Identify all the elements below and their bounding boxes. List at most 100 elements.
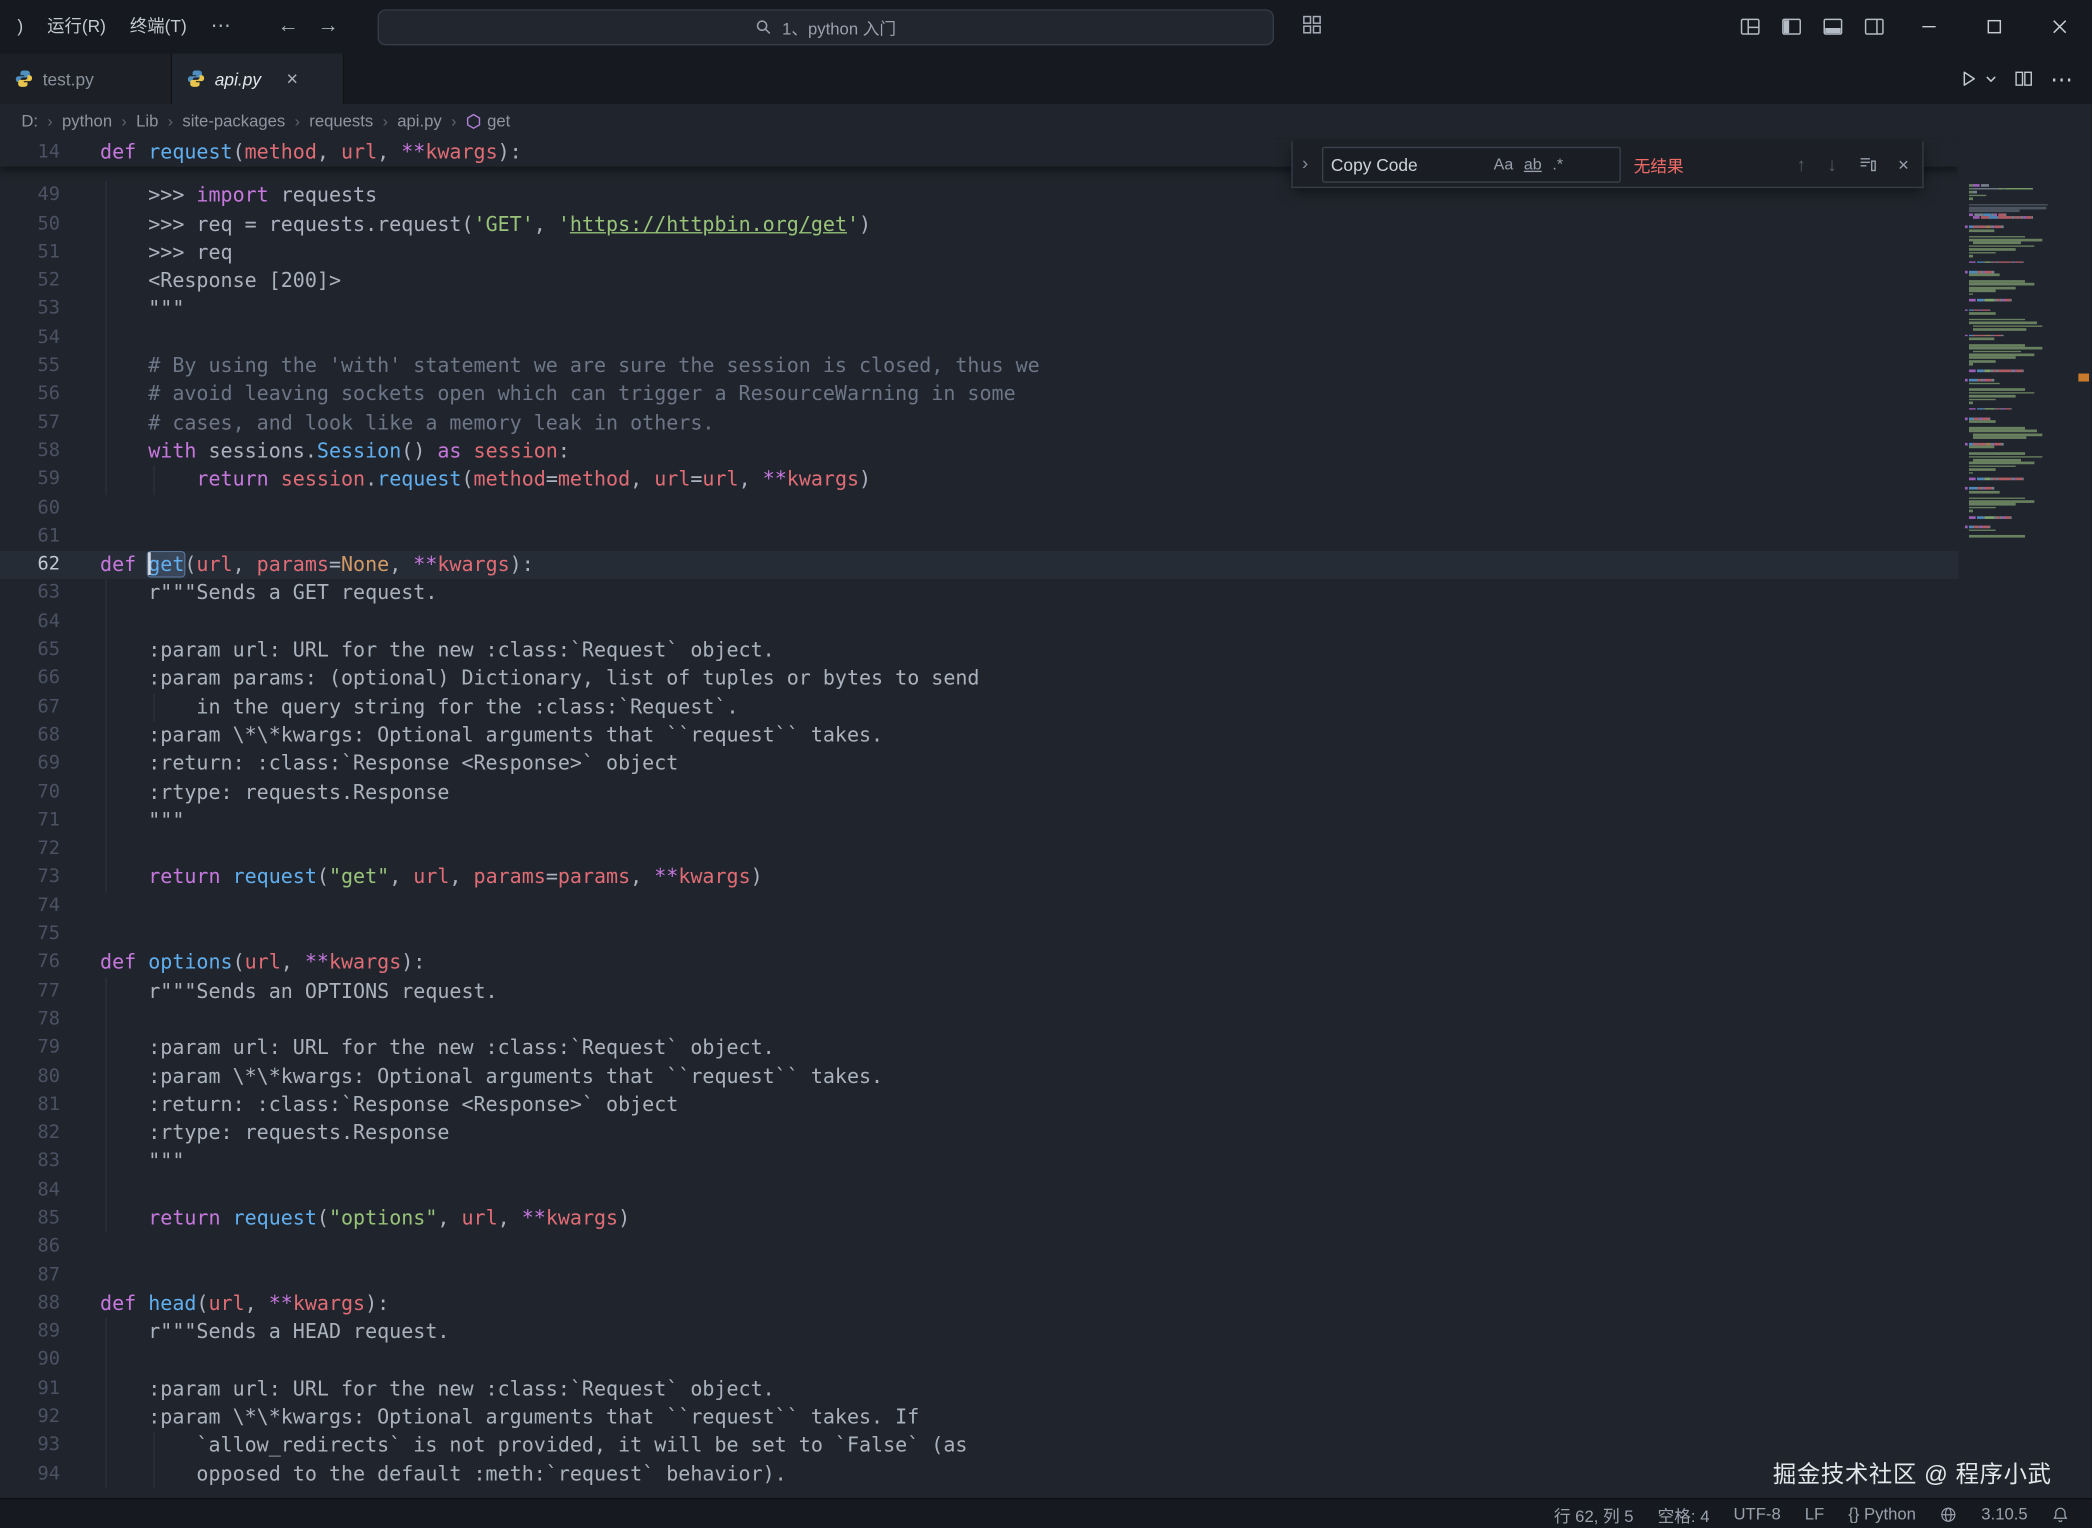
minimize-icon[interactable] [1896,0,1961,53]
line-number[interactable]: 84 [0,1176,60,1204]
line-number[interactable]: 66 [0,665,60,693]
line-number[interactable]: 74 [0,892,60,920]
more-actions-icon[interactable]: ⋯ [2050,67,2073,90]
line-number[interactable]: 83 [0,1148,60,1176]
status-notifications-bell-icon[interactable] [2040,1499,2081,1528]
line-number[interactable]: 65 [0,636,60,664]
regex-icon[interactable]: .* [1547,153,1568,174]
line-number[interactable]: 89 [0,1318,60,1346]
grid-icon[interactable] [1302,15,1322,35]
line-number[interactable]: 63 [0,580,60,608]
tab-test-py[interactable]: test.py [0,53,172,104]
breadcrumb-item-python[interactable]: python [62,112,112,131]
line-number[interactable]: 71 [0,807,60,835]
status-indentation[interactable]: 空格: 4 [1646,1499,1722,1528]
line-number[interactable]: 64 [0,608,60,636]
line-number[interactable]: 81 [0,1091,60,1119]
customize-layout-icon[interactable] [1736,12,1765,41]
run-dropdown-chevron-icon[interactable] [1985,73,1997,85]
tab-close-icon[interactable]: × [286,69,298,89]
line-number[interactable]: 92 [0,1403,60,1431]
line-number[interactable]: 87 [0,1261,60,1289]
find-input[interactable] [1331,154,1488,174]
find-in-selection-icon[interactable] [1851,152,1883,176]
whole-word-icon[interactable]: ab [1519,153,1547,174]
line-number[interactable]: 67 [0,693,60,721]
line-number[interactable]: 60 [0,494,60,522]
close-icon[interactable] [2026,0,2091,53]
menu-terminal[interactable]: 终端(T) [118,9,199,44]
status-encoding[interactable]: UTF-8 [1721,1499,1792,1528]
status-eol[interactable]: LF [1793,1499,1836,1528]
status-python-version[interactable]: 3.10.5 [1969,1499,2039,1528]
toggle-replace-icon[interactable]: › [1299,152,1313,176]
line-number[interactable]: 54 [0,324,60,352]
find-close-icon[interactable]: × [1891,151,1915,178]
line-number[interactable]: 90 [0,1347,60,1375]
line-number[interactable]: 69 [0,750,60,778]
line-number[interactable]: 75 [0,920,60,948]
line-number[interactable]: 79 [0,1034,60,1062]
toggle-primary-sidebar-icon[interactable] [1777,12,1806,41]
toggle-secondary-sidebar-icon[interactable] [1860,12,1889,41]
code-line: 63 r"""Sends a GET request. [0,580,1958,608]
line-number[interactable]: 68 [0,722,60,750]
find-input-box[interactable]: Aa ab .* [1322,146,1621,182]
code-editor[interactable]: 14def request(method, url, **kwargs):49 … [0,139,1958,1498]
breadcrumb-item-api-py[interactable]: api.py [397,112,442,131]
find-next-icon[interactable]: ↓ [1821,151,1844,178]
line-number[interactable]: 91 [0,1375,60,1403]
line-number[interactable]: 53 [0,295,60,323]
line-number[interactable]: 14 [0,139,60,167]
indent-guide [105,1375,106,1403]
breadcrumb-item-site-packages[interactable]: site-packages [182,112,285,131]
breadcrumb-item-d-[interactable]: D: [21,112,38,131]
run-python-file-icon[interactable] [1960,69,1979,88]
line-number[interactable]: 77 [0,977,60,1005]
menu-run[interactable]: 运行(R) [35,9,118,44]
line-number[interactable]: 78 [0,1006,60,1034]
tab-api-py[interactable]: api.py× [172,53,344,104]
forward-icon[interactable]: → [317,15,338,39]
minimap[interactable] [1958,139,2091,1498]
line-number[interactable]: 80 [0,1063,60,1091]
indent-guide [105,239,106,267]
maximize-icon[interactable] [1961,0,2026,53]
line-number[interactable]: 86 [0,1233,60,1261]
back-icon[interactable]: ← [277,15,298,39]
indent-guide [153,1460,154,1488]
line-number[interactable]: 62 [0,551,60,579]
line-number[interactable]: 52 [0,267,60,295]
match-case-icon[interactable]: Aa [1488,153,1518,174]
breadcrumb-item-get[interactable]: get [466,112,511,131]
status-language-mode[interactable]: {} Python [1836,1499,1928,1528]
menubar-overflow-icon[interactable]: ⋯ [199,9,244,44]
status-globe-icon[interactable] [1928,1499,1969,1528]
breadcrumb-item-requests[interactable]: requests [309,112,373,131]
breadcrumb-item-lib[interactable]: Lib [136,112,158,131]
command-center-search[interactable]: 1、python 入门 [378,9,1274,45]
line-number[interactable]: 55 [0,352,60,380]
line-number[interactable]: 70 [0,778,60,806]
line-number[interactable]: 73 [0,864,60,892]
line-number[interactable]: 88 [0,1290,60,1318]
line-number[interactable]: 94 [0,1460,60,1488]
line-number[interactable]: 61 [0,523,60,551]
line-number[interactable]: 72 [0,835,60,863]
line-number[interactable]: 85 [0,1205,60,1233]
toggle-panel-icon[interactable] [1818,12,1847,41]
find-previous-icon[interactable]: ↑ [1790,151,1813,178]
line-number[interactable]: 49 [0,182,60,210]
line-number[interactable]: 93 [0,1432,60,1460]
menu-partial[interactable]: ) [5,9,35,44]
line-number[interactable]: 82 [0,1119,60,1147]
line-number[interactable]: 50 [0,210,60,238]
line-number[interactable]: 56 [0,381,60,409]
line-number[interactable]: 59 [0,466,60,494]
line-number[interactable]: 76 [0,949,60,977]
line-number[interactable]: 57 [0,409,60,437]
line-number[interactable]: 51 [0,239,60,267]
status-cursor-position[interactable]: 行 62, 列 5 [1542,1499,1646,1528]
line-number[interactable]: 58 [0,438,60,466]
split-editor-icon[interactable] [2014,69,2033,88]
